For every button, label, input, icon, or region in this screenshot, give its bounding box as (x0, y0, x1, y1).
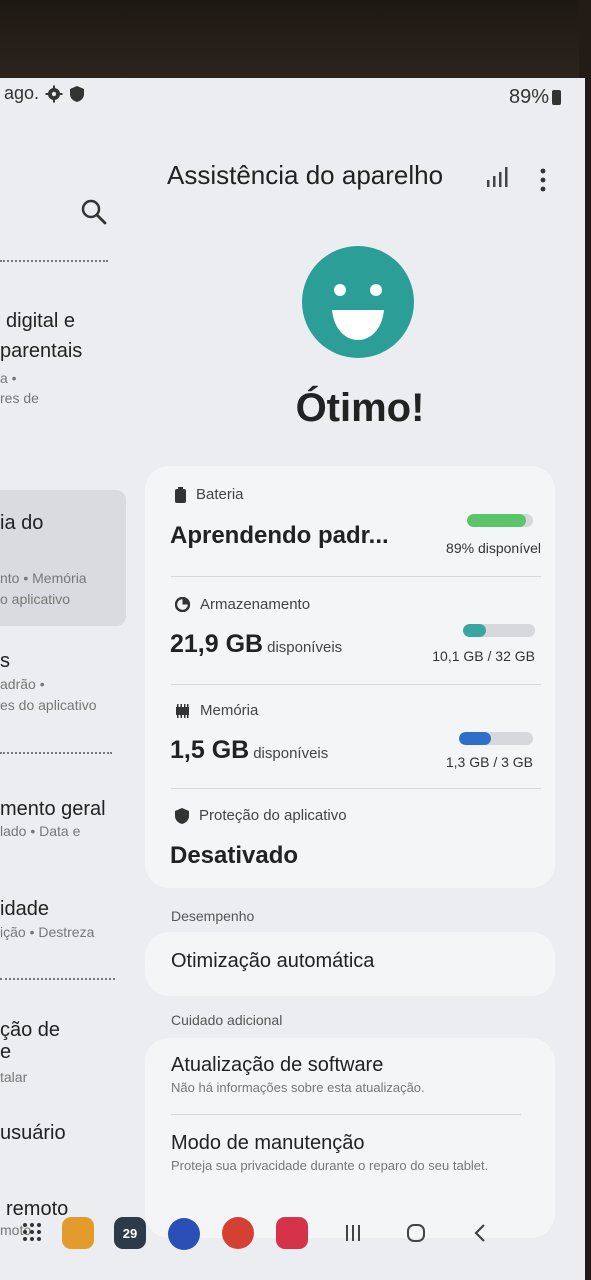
storage-bar-fill (463, 624, 487, 637)
battery-bar-fill (467, 514, 526, 527)
software-update-title: Atualização de software (171, 1054, 384, 1076)
settings-item-sub: lado • Data e (0, 823, 81, 839)
settings-item-label: ia do (0, 512, 44, 534)
card-divider (171, 1114, 521, 1115)
storage-pie-icon (175, 597, 190, 612)
memory-available: 1,5 GB (170, 736, 250, 764)
memory-bar-fill (459, 732, 491, 745)
back-icon[interactable] (472, 1223, 488, 1243)
app-protection-label: Proteção do aplicativo (199, 807, 347, 824)
list-divider (0, 260, 108, 262)
settings-item-label: parentais (0, 340, 83, 362)
settings-item-sub: es do aplicativo (0, 697, 97, 713)
storage-available: 21,9 GB (170, 630, 264, 658)
settings-item-label: mento geral (0, 798, 106, 820)
settings-list-panel: digital e parentais a • res de ia do nto… (0, 118, 140, 1238)
status-date: ago. (4, 83, 40, 103)
list-divider (0, 978, 115, 980)
card-divider (171, 576, 541, 577)
page-title: Assistência do aparelho (167, 160, 444, 190)
auto-optimization-label: Otimização automática (171, 950, 375, 972)
screen: ago. 89% digital e parentais a • res de (0, 78, 585, 1280)
settings-item-sub: res de (0, 390, 39, 406)
settings-item-label: idade (0, 898, 49, 920)
settings-item-sub: a • (0, 370, 17, 386)
maintenance-mode-subtitle: Proteja sua privacidade durante o reparo… (171, 1158, 489, 1173)
settings-item-sub: ição • Destreza (0, 924, 95, 940)
performance-stats-icon[interactable] (486, 166, 510, 188)
battery-percent: 89% (508, 86, 549, 108)
contacts-app-icon[interactable] (222, 1217, 254, 1249)
calendar-app-icon[interactable]: 29 (114, 1217, 146, 1249)
screen-recorder-app-icon[interactable] (276, 1217, 308, 1249)
status-bar: ago. 89% (0, 78, 585, 110)
storage-label: Armazenamento (200, 596, 311, 613)
settings-item-device-care-selected[interactable]: ia do nto • Memória o aplicativo (0, 490, 126, 626)
extra-care-card: Atualização de software Não há informaçõ… (145, 1038, 555, 1238)
device-status-card: Bateria Aprendendo padr... 89% disponíve… (145, 466, 555, 888)
settings-item-label: ção de (0, 1019, 61, 1041)
settings-item-sub: nto • Memória (0, 570, 87, 586)
performance-section-label: Desempenho (171, 908, 255, 924)
settings-item-label: digital e (6, 310, 75, 332)
shield-status-icon (70, 85, 85, 102)
list-divider (0, 752, 112, 754)
settings-item-label: e (0, 1041, 12, 1063)
storage-bar (463, 624, 535, 637)
software-update-subtitle: Não há informações sobre esta atualizaçã… (171, 1080, 425, 1095)
home-icon[interactable] (406, 1223, 426, 1243)
smiley-status-icon (302, 246, 414, 358)
battery-status: Aprendendo padr... (170, 522, 389, 549)
battery-icon (175, 486, 186, 503)
battery-detail: 89% disponível (446, 540, 541, 556)
overall-status: Ótimo! (295, 386, 425, 430)
taskbar: 29 (0, 1210, 585, 1260)
memory-unit: disponíveis (253, 745, 329, 762)
search-icon[interactable] (80, 198, 108, 226)
settings-gear-icon (45, 85, 63, 102)
card-divider (171, 788, 541, 789)
apps-grid-icon[interactable] (22, 1222, 42, 1242)
storage-unit: disponíveis (267, 639, 343, 656)
battery-label: Bateria (196, 486, 244, 503)
shield-icon (175, 807, 189, 824)
settings-item-sub: talar (0, 1069, 28, 1085)
maintenance-mode-title: Modo de manutenção (171, 1132, 365, 1154)
memory-bar (459, 732, 533, 745)
settings-item-sub: o aplicativo (0, 591, 71, 607)
card-divider (171, 684, 541, 685)
memory-label: Memória (200, 702, 259, 719)
memory-chip-icon (176, 703, 189, 718)
device-bezel-top (0, 0, 591, 80)
settings-item-sub: adrão • (0, 676, 45, 692)
more-options-icon[interactable] (540, 168, 546, 192)
my-files-app-icon[interactable] (62, 1217, 94, 1249)
battery-icon (552, 90, 561, 105)
storage-detail: 10,1 GB / 32 GB (432, 648, 535, 664)
recent-apps-icon[interactable] (344, 1224, 362, 1242)
messages-app-icon[interactable] (168, 1218, 200, 1250)
memory-detail: 1,3 GB / 3 GB (445, 754, 533, 770)
settings-item-label: s (0, 650, 10, 672)
battery-bar (467, 514, 533, 527)
extra-care-section-label: Cuidado adicional (171, 1012, 283, 1028)
app-protection-status: Desativado (170, 842, 299, 869)
auto-optimization-card[interactable]: Otimização automática (145, 932, 555, 996)
calendar-day: 29 (122, 1226, 138, 1241)
settings-item-label: usuário (0, 1122, 66, 1144)
